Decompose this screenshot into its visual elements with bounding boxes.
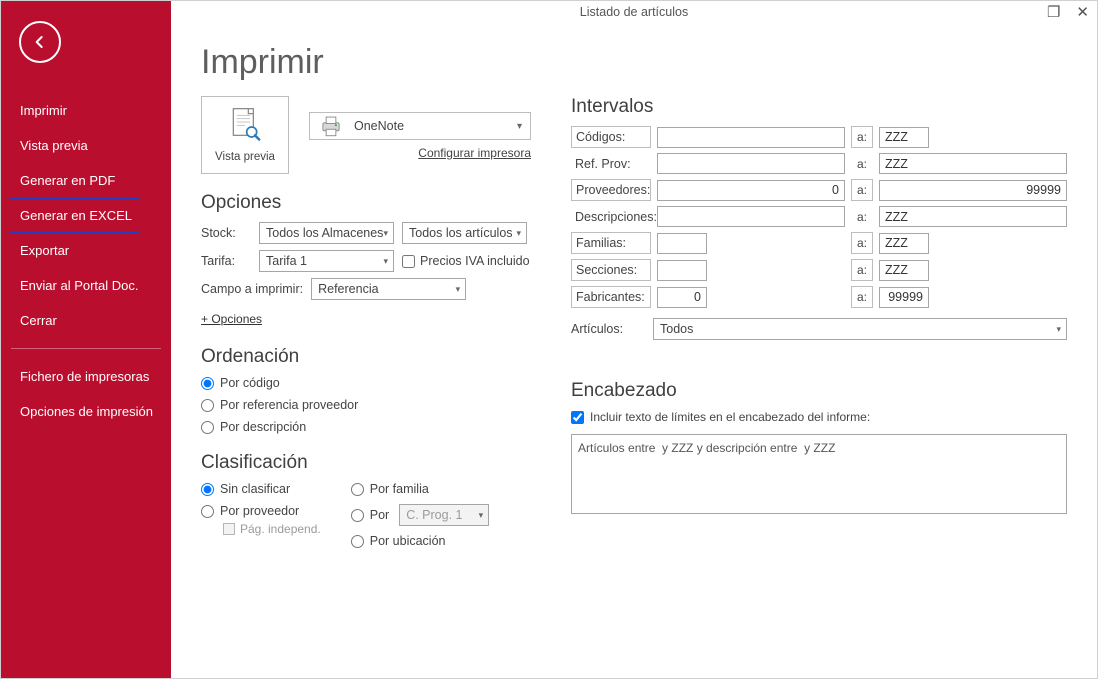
interval-to-4[interactable] xyxy=(879,233,929,254)
cprog-dropdown: C. Prog. 1 xyxy=(399,504,489,526)
ordering-heading: Ordenación xyxy=(201,346,531,368)
interval-to-6[interactable] xyxy=(879,287,929,308)
close-icon[interactable]: ✕ xyxy=(1076,3,1089,21)
vat-included-checkbox-input[interactable] xyxy=(402,255,415,268)
interval-to-2[interactable] xyxy=(879,180,1067,201)
chevron-down-icon: ▾ xyxy=(517,121,522,132)
stock-articles-dropdown[interactable]: Todos los artículos xyxy=(402,222,527,244)
interval-to-3[interactable] xyxy=(879,206,1067,227)
interval-a-2: a: xyxy=(851,179,873,201)
include-limits-checkbox[interactable]: Incluir texto de límites en el encabezad… xyxy=(571,410,1067,424)
interval-from-1[interactable] xyxy=(657,153,845,174)
more-options-link[interactable]: + Opciones xyxy=(201,312,262,326)
interval-from-2[interactable] xyxy=(657,180,845,201)
interval-label-2[interactable]: Proveedores: xyxy=(571,179,651,201)
interval-label-1: Ref. Prov: xyxy=(571,154,651,174)
tariff-dropdown[interactable]: Tarifa 1 xyxy=(259,250,394,272)
class-por-familia-radio[interactable]: Por familia xyxy=(351,482,489,496)
printer-name: OneNote xyxy=(354,119,404,133)
interval-to-1[interactable] xyxy=(879,153,1067,174)
window-title: Listado de artículos xyxy=(171,5,1097,19)
preview-button-label: Vista previa xyxy=(215,151,275,163)
interval-a-6: a: xyxy=(851,286,873,308)
document-magnifier-icon xyxy=(228,107,262,147)
options-heading: Opciones xyxy=(201,192,531,214)
sidebar-item-3[interactable]: Generar en EXCEL xyxy=(9,198,140,233)
ordering-radio-1[interactable]: Por referencia proveedor xyxy=(201,398,531,412)
independent-page-checkbox: Pág. independ. xyxy=(223,522,321,536)
class-sin-clasificar-radio[interactable]: Sin clasificar xyxy=(201,482,321,496)
back-button[interactable] xyxy=(19,21,61,63)
sidebar-item-0[interactable]: Imprimir xyxy=(9,93,140,128)
interval-to-5[interactable] xyxy=(879,260,929,281)
configure-printer-link[interactable]: Configurar impresora xyxy=(309,146,531,160)
interval-a-4: a: xyxy=(851,232,873,254)
class-por-ubicacion-radio[interactable]: Por ubicación xyxy=(351,534,489,548)
interval-a-1: a: xyxy=(851,157,873,171)
sidebar-item2-1[interactable]: Opciones de impresión xyxy=(9,394,154,429)
page-title: Imprimir xyxy=(201,43,1067,82)
class-por-cprog-radio[interactable]: Por C. Prog. 1 xyxy=(351,504,489,526)
sidebar-item-2[interactable]: Generar en PDF xyxy=(9,163,140,198)
sidebar-item-5[interactable]: Enviar al Portal Doc. xyxy=(9,268,140,303)
interval-a-5: a: xyxy=(851,259,873,281)
interval-from-4[interactable] xyxy=(657,233,707,254)
classification-heading: Clasificación xyxy=(201,452,531,474)
sidebar: ImprimirVista previaGenerar en PDFGenera… xyxy=(1,1,171,678)
header-section-heading: Encabezado xyxy=(571,380,1067,402)
interval-a-0: a: xyxy=(851,126,873,148)
stock-label: Stock: xyxy=(201,226,251,240)
articulos-dropdown[interactable]: Todos xyxy=(653,318,1067,340)
interval-label-0[interactable]: Códigos: xyxy=(571,126,651,148)
preview-button[interactable]: Vista previa xyxy=(201,96,289,174)
vat-included-checkbox[interactable]: Precios IVA incluido xyxy=(402,254,530,268)
sidebar-item2-0[interactable]: Fichero de impresoras xyxy=(9,359,154,394)
interval-label-6[interactable]: Fabricantes: xyxy=(571,286,651,308)
ordering-radio-2[interactable]: Por descripción xyxy=(201,420,531,434)
interval-from-0[interactable] xyxy=(657,127,845,148)
interval-from-3[interactable] xyxy=(657,206,845,227)
sidebar-item-4[interactable]: Exportar xyxy=(9,233,140,268)
interval-label-4[interactable]: Familias: xyxy=(571,232,651,254)
main-content: Listado de artículos ❐ ✕ Imprimir xyxy=(171,1,1097,678)
header-textarea[interactable] xyxy=(571,434,1067,514)
print-field-dropdown[interactable]: Referencia xyxy=(311,278,466,300)
articulos-label: Artículos: xyxy=(571,322,643,336)
arrow-left-icon xyxy=(30,32,50,52)
tariff-label: Tarifa: xyxy=(201,254,251,268)
printer-selector[interactable]: OneNote ▾ xyxy=(309,112,531,140)
sidebar-item-1[interactable]: Vista previa xyxy=(9,128,140,163)
intervals-heading: Intervalos xyxy=(571,96,1067,118)
printer-icon xyxy=(318,113,344,139)
interval-from-5[interactable] xyxy=(657,260,707,281)
class-por-proveedor-radio[interactable]: Por proveedor xyxy=(201,504,321,518)
sidebar-item-6[interactable]: Cerrar xyxy=(9,303,140,338)
interval-from-6[interactable] xyxy=(657,287,707,308)
interval-a-3: a: xyxy=(851,210,873,224)
ordering-radio-0[interactable]: Por código xyxy=(201,376,531,390)
interval-label-3: Descripciones: xyxy=(571,207,651,227)
sidebar-separator xyxy=(11,348,161,349)
print-field-label: Campo a imprimir: xyxy=(201,282,303,296)
interval-to-0[interactable] xyxy=(879,127,929,148)
checkbox-box-icon xyxy=(223,523,235,535)
maximize-icon[interactable]: ❐ xyxy=(1047,3,1060,21)
interval-label-5[interactable]: Secciones: xyxy=(571,259,651,281)
stock-warehouse-dropdown[interactable]: Todos los Almacenes xyxy=(259,222,394,244)
